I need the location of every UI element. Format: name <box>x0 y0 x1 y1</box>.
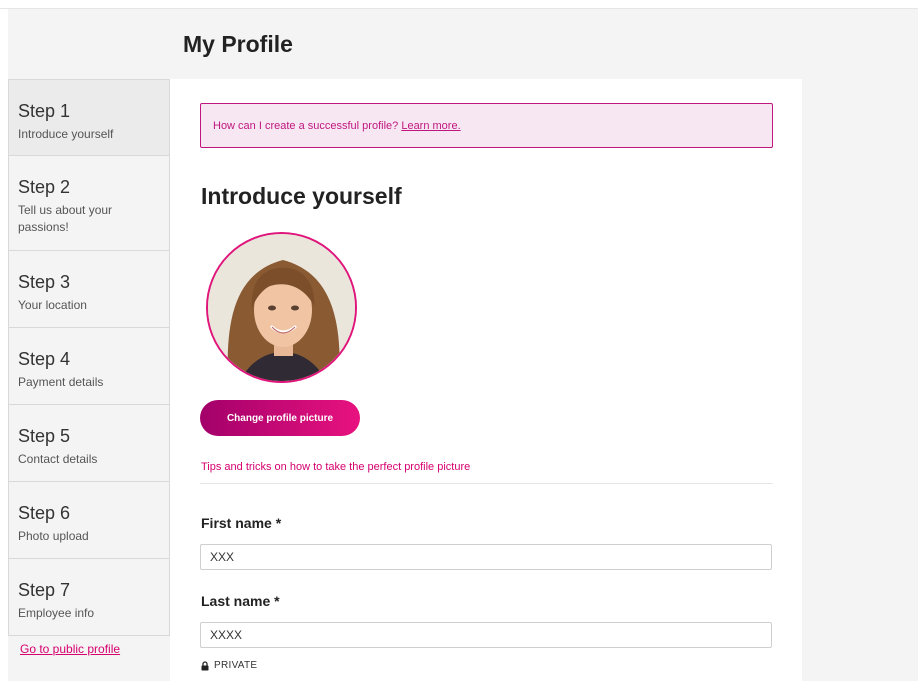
notice-text: How can I create a successful profile? <box>213 120 399 132</box>
learn-more-link[interactable]: Learn more. <box>401 120 460 132</box>
help-notice: How can I create a successful profile? L… <box>200 103 773 148</box>
first-name-label: First name * <box>201 515 282 531</box>
profile-picture <box>206 232 357 383</box>
step-subtitle: Payment details <box>18 375 104 389</box>
sidebar-step-2[interactable]: Step 2 Tell us about your passions! <box>8 156 170 251</box>
step-title: Step 4 <box>18 349 71 369</box>
photo-tips-link[interactable]: Tips and tricks on how to take the perfe… <box>201 461 470 473</box>
divider <box>200 483 773 484</box>
step-subtitle: Employee info <box>18 606 95 620</box>
public-profile-link[interactable]: Go to public profile <box>20 642 120 656</box>
sidebar-step-1[interactable]: Step 1 Introduce yourself <box>8 79 170 156</box>
step-subtitle: Tell us about your passions! <box>18 203 113 234</box>
sidebar-step-6[interactable]: Step 6 Photo upload <box>8 482 170 559</box>
first-name-field[interactable] <box>200 544 772 570</box>
page-title: My Profile <box>183 31 293 57</box>
change-profile-picture-button[interactable]: Change profile picture <box>200 400 360 436</box>
step-title: Step 1 <box>18 101 71 121</box>
privacy-indicator: PRIVATE <box>201 660 257 671</box>
privacy-label: PRIVATE <box>214 660 258 671</box>
section-title: Introduce yourself <box>201 183 402 209</box>
step-subtitle: Introduce yourself <box>18 127 114 141</box>
step-subtitle: Contact details <box>18 452 98 466</box>
step-title: Step 3 <box>18 272 71 292</box>
sidebar-step-7[interactable]: Step 7 Employee info <box>8 559 170 636</box>
step-title: Step 5 <box>18 426 71 446</box>
profile-photo-illustration <box>208 234 355 381</box>
sidebar-step-5[interactable]: Step 5 Contact details <box>8 405 170 482</box>
last-name-label: Last name * <box>201 593 280 609</box>
sidebar-step-3[interactable]: Step 3 Your location <box>8 251 170 328</box>
profile-form-panel: How can I create a successful profile? L… <box>170 79 802 681</box>
steps-sidebar: Step 1 Introduce yourself Step 2 Tell us… <box>8 79 170 636</box>
step-subtitle: Your location <box>18 298 87 312</box>
step-subtitle: Photo upload <box>18 529 89 543</box>
sidebar-step-4[interactable]: Step 4 Payment details <box>8 328 170 405</box>
step-title: Step 6 <box>18 503 71 523</box>
last-name-field[interactable] <box>200 622 772 648</box>
step-title: Step 7 <box>18 580 71 600</box>
step-title: Step 2 <box>18 177 71 197</box>
lock-icon <box>201 660 209 670</box>
